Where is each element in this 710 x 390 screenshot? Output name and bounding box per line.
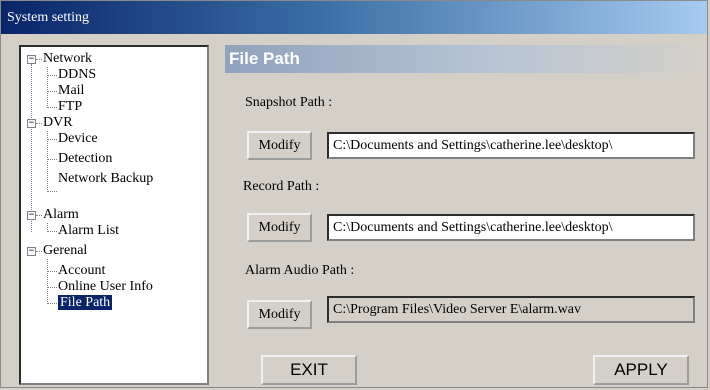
- apply-button[interactable]: APPLY: [593, 355, 689, 385]
- tree-item-file-path[interactable]: File Path: [58, 295, 113, 311]
- tree-item-account[interactable]: Account: [58, 263, 105, 279]
- record-path-field[interactable]: C:\Documents and Settings\catherine.lee\…: [327, 214, 695, 241]
- alarm-audio-path-field[interactable]: C:\Program Files\Video Server E\alarm.wa…: [327, 296, 695, 323]
- collapse-dvr-icon[interactable]: −: [27, 119, 36, 128]
- tree-item-ddns[interactable]: DDNS: [58, 67, 96, 83]
- record-modify-button[interactable]: Modify: [247, 213, 312, 242]
- settings-tree[interactable]: − Network DDNS Mail FTP − DVR Device Det…: [19, 45, 209, 385]
- collapse-network-icon[interactable]: −: [27, 55, 36, 64]
- window-title: System setting: [1, 1, 707, 34]
- collapse-alarm-icon[interactable]: −: [27, 211, 36, 220]
- collapse-general-icon[interactable]: −: [27, 247, 36, 256]
- tree-item-ftp[interactable]: FTP: [58, 99, 82, 115]
- tree-item-network-backup[interactable]: Network Backup: [58, 171, 153, 187]
- exit-button[interactable]: EXIT: [261, 355, 357, 385]
- tree-item-online-user-info[interactable]: Online User Info: [58, 279, 153, 295]
- tree-item-alarm[interactable]: Alarm: [43, 207, 79, 223]
- tree-item-detection[interactable]: Detection: [58, 151, 112, 167]
- alarm-audio-modify-button[interactable]: Modify: [247, 300, 312, 329]
- system-setting-window: System setting − Network DDNS Mail FTP −…: [0, 0, 708, 388]
- alarm-audio-path-label: Alarm Audio Path :: [245, 263, 355, 278]
- snapshot-path-label: Snapshot Path :: [245, 95, 333, 110]
- tree-item-file-path-label: File Path: [58, 295, 113, 310]
- tree-item-network[interactable]: Network: [43, 51, 92, 67]
- tree-item-dvr[interactable]: DVR: [43, 115, 73, 131]
- file-path-panel: File Path Snapshot Path : Modify C:\Docu…: [225, 45, 705, 385]
- snapshot-modify-button[interactable]: Modify: [247, 131, 312, 160]
- tree-item-mail[interactable]: Mail: [58, 83, 84, 99]
- snapshot-path-field[interactable]: C:\Documents and Settings\catherine.lee\…: [327, 132, 695, 159]
- tree-item-alarm-list[interactable]: Alarm List: [58, 223, 119, 239]
- panel-title: File Path: [225, 45, 705, 73]
- tree-item-device[interactable]: Device: [58, 131, 98, 147]
- tree-item-general[interactable]: Gerenal: [43, 243, 87, 259]
- record-path-label: Record Path :: [243, 179, 320, 194]
